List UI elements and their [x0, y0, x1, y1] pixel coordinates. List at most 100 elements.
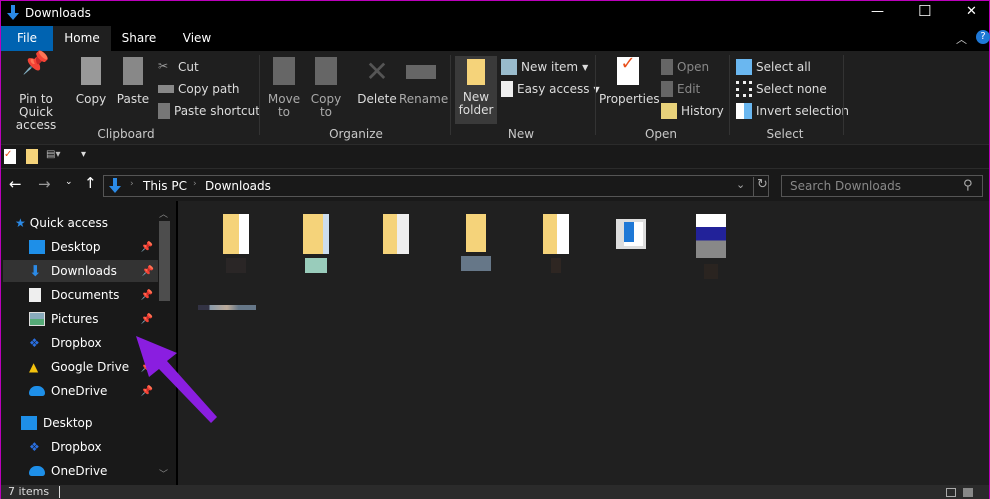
folder-icon	[383, 214, 409, 254]
recent-locations-icon[interactable]: ⌄	[65, 177, 73, 187]
file-item[interactable]	[601, 214, 661, 284]
downloads-icon	[109, 178, 121, 193]
pin-icon: 📌	[22, 51, 50, 76]
file-item[interactable]	[681, 214, 741, 284]
address-dropdown-icon[interactable]: ⌄	[736, 178, 745, 191]
copy-to-button[interactable]: Copy to	[307, 57, 345, 119]
search-input[interactable]: Search Downloads ⚲	[781, 175, 983, 197]
paste-button[interactable]: Paste	[115, 57, 151, 106]
tab-share[interactable]: Share	[113, 26, 165, 51]
file-item[interactable]	[446, 214, 506, 284]
maximize-button[interactable]: ☐	[918, 2, 931, 20]
folder-icon	[467, 59, 485, 85]
pin-icon[interactable]: 📌	[141, 314, 153, 325]
tab-view[interactable]: View	[171, 26, 223, 51]
pictures-icon	[29, 312, 45, 326]
new-folder-button[interactable]: New folder	[455, 56, 497, 124]
nav-quick-access[interactable]: ★ Quick access	[15, 212, 169, 234]
open-icon	[661, 59, 673, 75]
paste-shortcut-button[interactable]: Paste shortcut	[158, 102, 260, 120]
up-button[interactable]: ↑	[84, 174, 97, 192]
folder-icon	[303, 214, 329, 254]
tab-home[interactable]: Home	[53, 26, 111, 51]
cut-button[interactable]: ✂ Cut	[158, 58, 199, 76]
scroll-down-button[interactable]: ﹀	[159, 467, 168, 480]
file-item[interactable]	[526, 214, 586, 284]
item-count: 7 items	[8, 485, 50, 498]
easy-access-icon	[501, 81, 513, 97]
delete-button[interactable]: ✕ Delete	[357, 57, 397, 106]
folder-icon	[466, 214, 486, 252]
tab-file[interactable]: File	[1, 26, 53, 51]
folder-icon	[543, 214, 569, 254]
copy-icon	[81, 57, 101, 85]
copy-to-icon	[315, 57, 337, 85]
pin-quick-access-button[interactable]: 📌 Pin to Quick access	[3, 51, 69, 132]
title-bar: Downloads — ☐ ✕	[1, 1, 989, 26]
window-title: Downloads	[25, 6, 91, 20]
breadcrumb-this-pc[interactable]: This PC	[143, 179, 187, 193]
nav-desktop-dropbox[interactable]: ❖ Dropbox	[3, 436, 157, 458]
history-button[interactable]: History	[661, 102, 724, 120]
copy-path-button[interactable]: Copy path	[158, 80, 240, 98]
details-view-icon[interactable]	[946, 488, 956, 497]
collapse-ribbon-icon[interactable]: ︿	[956, 31, 967, 47]
view-icon[interactable]: ▤▾	[46, 149, 66, 164]
move-to-button[interactable]: Move to	[265, 57, 303, 119]
address-bar[interactable]: › This PC › Downloads ⌄ ↻	[103, 175, 769, 197]
properties-icon[interactable]: ✓	[4, 149, 16, 164]
copy-path-icon	[158, 85, 174, 93]
status-bar: 7 items	[1, 485, 989, 499]
scissors-icon: ✂	[158, 59, 169, 73]
group-label-organize: Organize	[329, 127, 383, 141]
large-icons-view-icon[interactable]	[963, 488, 973, 497]
pin-icon[interactable]: 📌	[141, 290, 153, 301]
help-icon[interactable]: ?	[976, 30, 990, 44]
select-none-button[interactable]: Select none	[736, 80, 827, 98]
invert-selection-button[interactable]: Invert selection	[736, 102, 849, 120]
file-item[interactable]	[366, 214, 426, 284]
close-button[interactable]: ✕	[966, 4, 977, 19]
nav-item-desktop[interactable]: Desktop 📌	[3, 236, 157, 258]
new-item-button[interactable]: New item ▼	[501, 58, 588, 76]
minimize-button[interactable]: —	[871, 4, 884, 19]
pin-icon[interactable]: 📌	[142, 266, 154, 277]
onedrive-icon	[29, 386, 45, 396]
group-label-select: Select	[766, 127, 804, 141]
nav-desktop-onedrive[interactable]: OneDrive	[3, 460, 157, 482]
back-button[interactable]: ←	[9, 175, 22, 193]
easy-access-button[interactable]: Easy access ▼	[501, 80, 600, 98]
file-item[interactable]	[206, 214, 266, 284]
paste-icon	[123, 57, 143, 85]
file-item[interactable]	[198, 305, 258, 319]
rename-button[interactable]: Rename	[399, 57, 448, 106]
installer-icon	[696, 214, 726, 258]
breadcrumb-downloads[interactable]: Downloads	[205, 179, 271, 193]
properties-button[interactable]: ✓ Properties	[599, 55, 660, 106]
desktop-icon	[21, 416, 37, 430]
edit-button[interactable]: Edit	[661, 80, 700, 98]
open-button[interactable]: Open	[661, 58, 709, 76]
pin-icon[interactable]: 📌	[141, 242, 153, 253]
scrollbar-thumb[interactable]	[159, 221, 170, 301]
file-list	[178, 201, 989, 485]
nav-item-downloads[interactable]: ⬇ Downloads 📌	[3, 260, 158, 282]
star-icon: ★	[15, 216, 26, 230]
new-folder-icon[interactable]	[26, 149, 38, 164]
delete-icon: ✕	[365, 55, 389, 88]
documents-icon	[29, 288, 41, 302]
search-placeholder: Search Downloads	[790, 179, 901, 193]
scroll-up-button[interactable]: ︿	[159, 207, 168, 220]
ribbon: 📌 Pin to Quick access Copy Paste ✂ Cut Cop…	[1, 51, 989, 144]
copy-button[interactable]: Copy	[73, 57, 109, 106]
forward-button[interactable]: →	[38, 175, 51, 193]
customize-toolbar-icon[interactable]: ▾	[81, 149, 86, 160]
select-all-button[interactable]: Select all	[736, 58, 811, 76]
select-all-icon	[736, 59, 752, 75]
search-icon[interactable]: ⚲	[963, 178, 973, 193]
nav-item-documents[interactable]: Documents 📌	[3, 284, 157, 306]
refresh-icon[interactable]: ↻	[753, 177, 768, 197]
nav-item-pictures[interactable]: Pictures 📌	[3, 308, 157, 330]
group-label-new: New	[507, 127, 535, 141]
file-item[interactable]	[286, 214, 346, 284]
